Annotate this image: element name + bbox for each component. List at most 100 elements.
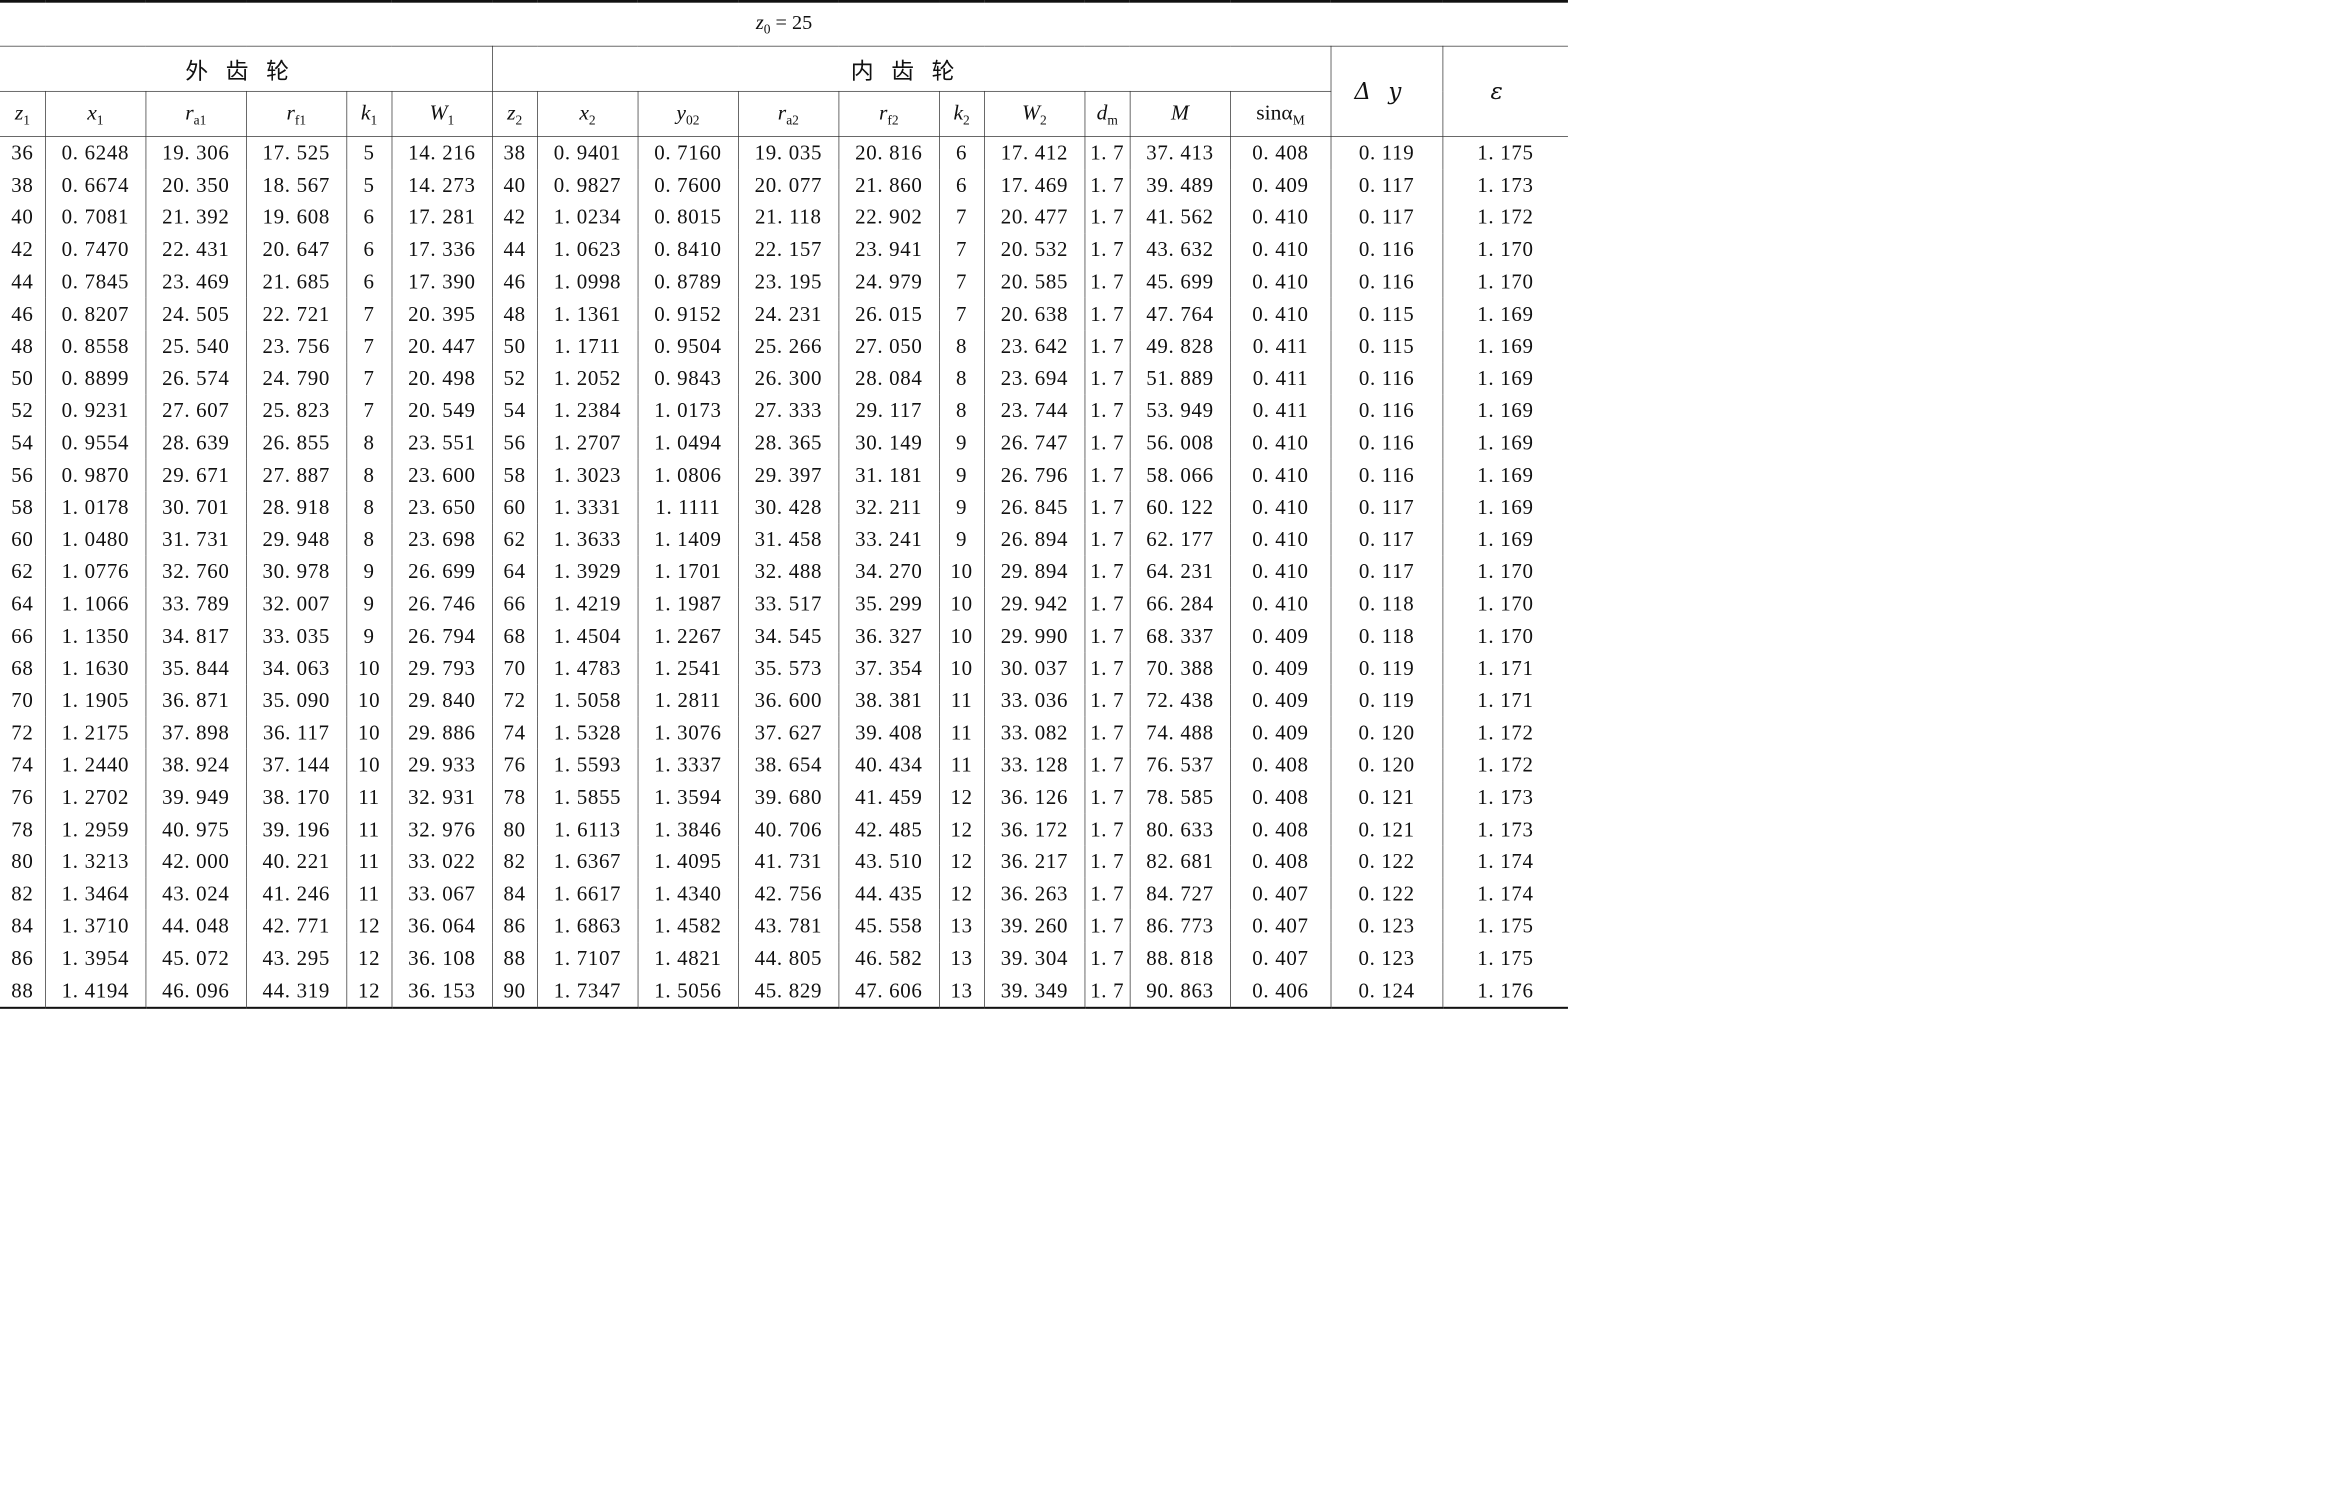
table-cell: 80 bbox=[0, 845, 46, 878]
table-cell: 9 bbox=[938, 458, 985, 492]
table-cell: 1. 175 bbox=[1442, 942, 1569, 975]
table-cell: 66 bbox=[491, 587, 538, 620]
table-cell: 1. 6367 bbox=[536, 845, 639, 878]
table-cell: 45. 829 bbox=[737, 974, 839, 1009]
table-cell: 8 bbox=[938, 394, 985, 427]
table-cell: 28. 639 bbox=[145, 426, 247, 459]
table-cell: 1. 173 bbox=[1442, 781, 1569, 814]
table-cell: 48 bbox=[491, 297, 538, 331]
table-cell: 0. 8789 bbox=[637, 265, 739, 298]
table-cell: 44 bbox=[491, 233, 538, 266]
table-cell: 1. 172 bbox=[1442, 201, 1569, 234]
table-cell: 48 bbox=[0, 330, 46, 363]
table-page: z0 = 25 外齿轮 内齿轮 Δy ε z1 x1 ra1 rf1 k1 W1 z2 x2 y… bbox=[0, 0, 1569, 1009]
table-cell: 22. 902 bbox=[838, 201, 940, 234]
table-cell: 37. 144 bbox=[245, 748, 347, 782]
table-cell: 26. 855 bbox=[245, 426, 347, 459]
table-cell: 24. 231 bbox=[737, 297, 839, 331]
table-cell: 0. 117 bbox=[1330, 201, 1443, 234]
column-header: k1 bbox=[346, 90, 392, 137]
table-cell: 0. 410 bbox=[1229, 201, 1332, 234]
table-cell: 1. 3331 bbox=[536, 491, 639, 524]
table-cell: 1. 2384 bbox=[536, 394, 639, 427]
column-header: ra1 bbox=[145, 90, 247, 137]
table-cell: 1. 2811 bbox=[637, 684, 739, 717]
column-header-subscript: 02 bbox=[685, 112, 700, 128]
table-cell: 40 bbox=[491, 169, 538, 202]
table-cell: 39. 304 bbox=[983, 942, 1085, 975]
table-cell: 39. 260 bbox=[983, 909, 1085, 943]
table-cell: 0. 117 bbox=[1330, 523, 1443, 556]
table-cell: 1. 2052 bbox=[536, 362, 639, 395]
table-cell: 6 bbox=[938, 169, 985, 202]
table-cell: 46 bbox=[0, 297, 46, 331]
table-cell: 29. 117 bbox=[838, 394, 940, 427]
table-cell: 62. 177 bbox=[1129, 523, 1231, 556]
table-cell: 18. 567 bbox=[245, 169, 347, 202]
table-cell: 11 bbox=[346, 877, 392, 910]
table-cell: 10 bbox=[938, 619, 985, 653]
column-header-symbol: r bbox=[185, 99, 194, 124]
table-cell: 60. 122 bbox=[1129, 491, 1231, 524]
table-cell: 20. 447 bbox=[391, 330, 493, 363]
table-row: 50 0. 8899 26. 574 24. 790 7 20. 498 52 1. 2052… bbox=[0, 362, 1569, 395]
table-cell: 60 bbox=[491, 491, 538, 524]
table-cell: 5 bbox=[346, 169, 392, 202]
table-cell: 35. 573 bbox=[737, 652, 839, 685]
table-cell: 66. 284 bbox=[1129, 587, 1231, 620]
table-cell: 25. 823 bbox=[245, 394, 347, 427]
table-cell: 82 bbox=[491, 845, 538, 878]
table-cell: 1. 6113 bbox=[536, 813, 639, 846]
table-cell: 0. 117 bbox=[1330, 169, 1443, 202]
table-cell: 27. 607 bbox=[145, 394, 247, 427]
table-row: 52 0. 9231 27. 607 25. 823 7 20. 549 54 1. 2384… bbox=[0, 394, 1569, 427]
table-cell: 29. 886 bbox=[391, 716, 493, 749]
table-cell: 17. 412 bbox=[983, 136, 1085, 170]
table-cell: 41. 562 bbox=[1129, 201, 1231, 234]
title-value: = 25 bbox=[770, 11, 813, 34]
table-cell: 1. 4783 bbox=[536, 652, 639, 685]
table-cell: 36 bbox=[0, 136, 46, 170]
table-cell: 32. 007 bbox=[245, 587, 347, 620]
table-cell: 0. 406 bbox=[1229, 974, 1332, 1009]
table-cell: 70 bbox=[491, 652, 538, 685]
table-cell: 32. 488 bbox=[737, 555, 839, 588]
table-cell: 88 bbox=[0, 974, 46, 1009]
table-cell: 29. 933 bbox=[391, 748, 493, 782]
table-cell: 20. 077 bbox=[737, 169, 839, 202]
table-cell: 66 bbox=[0, 619, 46, 653]
table-cell: 1. 3594 bbox=[637, 781, 739, 814]
table-cell: 0. 9401 bbox=[536, 136, 639, 170]
table-cell: 0. 115 bbox=[1330, 330, 1443, 363]
table-cell: 56 bbox=[0, 458, 46, 492]
table-cell: 52 bbox=[0, 394, 46, 427]
table-cell: 0. 408 bbox=[1229, 845, 1332, 878]
table-cell: 23. 698 bbox=[391, 523, 493, 556]
table-cell: 1. 3337 bbox=[637, 748, 739, 782]
table-cell: 0. 118 bbox=[1330, 587, 1443, 620]
table-cell: 12 bbox=[346, 974, 392, 1009]
table-cell: 1. 0806 bbox=[637, 458, 739, 492]
table-cell: 23. 694 bbox=[983, 362, 1085, 395]
table-cell: 1. 7 bbox=[1084, 652, 1131, 685]
table-cell: 12 bbox=[346, 942, 392, 975]
table-cell: 26. 699 bbox=[391, 555, 493, 588]
table-cell: 0. 409 bbox=[1229, 684, 1332, 717]
column-header: k2 bbox=[938, 90, 985, 137]
table-row: 40 0. 7081 21. 392 19. 608 6 17. 281 42 1. 0234… bbox=[0, 201, 1569, 234]
table-cell: 1. 7 bbox=[1084, 684, 1131, 717]
table-row: 74 1. 2440 38. 924 37. 144 10 29. 933 76 1. 559… bbox=[0, 748, 1569, 782]
table-cell: 8 bbox=[938, 330, 985, 363]
table-cell: 42. 771 bbox=[245, 909, 347, 943]
table-cell: 9 bbox=[346, 587, 392, 620]
table-cell: 38. 381 bbox=[838, 684, 940, 717]
table-cell: 44. 319 bbox=[245, 974, 347, 1009]
table-cell: 17. 469 bbox=[983, 169, 1085, 202]
table-cell: 26. 746 bbox=[391, 587, 493, 620]
table-cell: 74 bbox=[491, 716, 538, 749]
table-cell: 1. 3213 bbox=[44, 845, 146, 878]
table-row: 84 1. 3710 44. 048 42. 771 12 36. 064 86 1. 686… bbox=[0, 909, 1569, 943]
table-cell: 1. 7 bbox=[1084, 233, 1131, 266]
table-cell: 70 bbox=[0, 684, 46, 717]
table-cell: 1. 4821 bbox=[637, 942, 739, 975]
